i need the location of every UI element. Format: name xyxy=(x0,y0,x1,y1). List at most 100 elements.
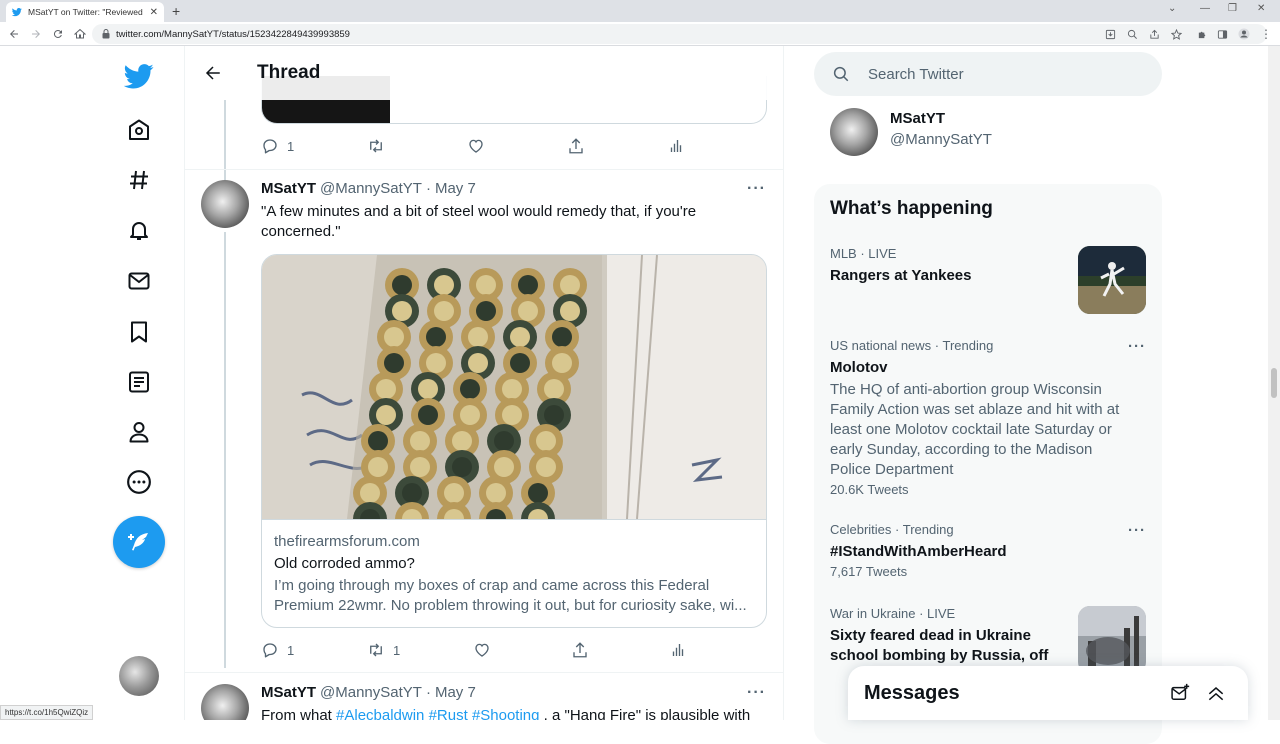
trend-more-icon[interactable]: ··· xyxy=(1128,522,1146,539)
like-button[interactable] xyxy=(473,641,571,659)
author-handle[interactable]: @MannySatYT xyxy=(320,684,422,701)
tweet-text: From what #Alecbaldwin #Rust #Shooting ,… xyxy=(261,706,767,720)
bookmarks-icon[interactable] xyxy=(123,316,155,348)
profile-icon[interactable] xyxy=(123,416,155,448)
trend-thumbnail xyxy=(1078,246,1146,314)
scrollbar[interactable] xyxy=(1268,46,1280,720)
trend-item[interactable]: US national news · Trending ··· Molotov … xyxy=(814,338,1162,508)
tab-close-icon[interactable]: ✕ xyxy=(150,7,158,18)
reply-button[interactable]: 1 xyxy=(261,641,367,659)
tweet-header: MSatYT @MannySatYT · May 7 xyxy=(261,684,476,701)
retweet-button[interactable]: 1 xyxy=(367,641,473,659)
twitter-logo-icon[interactable] xyxy=(123,60,155,92)
hashtag-link[interactable]: #Alecbaldwin xyxy=(336,707,424,720)
profile-summary[interactable]: MSatYT @MannySatYT xyxy=(814,102,1162,168)
back-icon[interactable] xyxy=(6,26,22,42)
browser-profile-icon[interactable] xyxy=(1236,26,1252,42)
thread-connector xyxy=(224,100,226,180)
tweet-date[interactable]: May 7 xyxy=(435,180,476,197)
new-tab-button[interactable]: + xyxy=(172,3,180,19)
retweet-count: 1 xyxy=(393,642,401,658)
forward-icon[interactable] xyxy=(28,26,44,42)
trend-description: The HQ of anti-abortion group Wisconsin … xyxy=(830,381,1120,478)
trend-more-icon[interactable]: ··· xyxy=(1128,338,1146,355)
link-card-body: thefirearmsforum.com Old corroded ammo? … xyxy=(262,519,766,627)
share-icon[interactable] xyxy=(1146,26,1162,42)
expand-chevrons-icon[interactable] xyxy=(1198,675,1234,711)
analytics-button[interactable] xyxy=(667,137,685,155)
explore-hashtag-icon[interactable] xyxy=(123,164,155,196)
side-panel-icon[interactable] xyxy=(1214,26,1230,42)
analytics-bars-icon xyxy=(670,140,682,152)
retweet-button[interactable] xyxy=(367,137,467,155)
search-icon xyxy=(833,66,849,82)
messages-envelope-icon[interactable] xyxy=(123,265,155,297)
trend-item[interactable]: MLB · LIVE Rangers at Yankees xyxy=(814,246,1162,326)
trend-count: 20.6K Tweets xyxy=(830,482,909,497)
home-browser-icon[interactable] xyxy=(72,26,88,42)
profile-avatar[interactable] xyxy=(830,108,878,156)
back-arrow-icon[interactable] xyxy=(201,61,225,85)
extensions-puzzle-icon[interactable] xyxy=(1194,26,1210,42)
trend-thumbnail xyxy=(1078,606,1146,674)
author-name[interactable]: MSatYT xyxy=(261,684,316,701)
link-card-title: Old corroded ammo? xyxy=(274,555,415,572)
share-tweet-button[interactable] xyxy=(571,641,669,659)
browser-menu-icon[interactable]: ⋮ xyxy=(1258,26,1274,42)
home-icon[interactable] xyxy=(123,114,155,146)
messages-title: Messages xyxy=(864,681,960,704)
url-text: twitter.com/MannySatYT/status/1523422849… xyxy=(116,28,350,40)
author-name[interactable]: MSatYT xyxy=(261,180,316,197)
like-button[interactable] xyxy=(467,137,567,155)
notifications-bell-icon[interactable] xyxy=(123,214,155,246)
left-navigation xyxy=(100,46,180,720)
scrollbar-thumb[interactable] xyxy=(1271,368,1277,398)
profile-name[interactable]: MSatYT xyxy=(890,110,945,127)
reply-icon xyxy=(263,139,277,154)
link-card[interactable]: thefirearmsforum.com Old corroded ammo? … xyxy=(261,254,767,628)
hashtag-link[interactable]: #Shooting xyxy=(472,707,540,720)
browser-tab-bar: MSatYT on Twitter: "Reviewed l... ✕ + ⌄ … xyxy=(0,0,1280,22)
trend-meta: MLB · LIVE xyxy=(830,246,897,261)
tweet-date[interactable]: May 7 xyxy=(435,684,476,701)
tab-search-icon[interactable]: ⌄ xyxy=(1168,3,1176,14)
tweet-author-avatar[interactable] xyxy=(201,180,249,228)
new-message-icon[interactable] xyxy=(1162,675,1198,711)
lock-icon xyxy=(102,29,110,39)
messages-drawer[interactable]: Messages xyxy=(848,666,1248,720)
trend-name: Sixty feared dead in Ukraine school bomb… xyxy=(830,627,1049,664)
url-field[interactable]: twitter.com/MannySatYT/status/1523422849… xyxy=(92,24,1267,44)
install-app-icon[interactable] xyxy=(1102,26,1118,42)
trend-name: Molotov xyxy=(830,359,888,376)
account-avatar[interactable] xyxy=(119,656,159,696)
trend-item[interactable]: Celebrities · Trending ··· #IStandWithAm… xyxy=(814,522,1162,592)
restore-icon[interactable]: ❐ xyxy=(1228,3,1237,14)
minimize-icon[interactable]: — xyxy=(1200,3,1210,14)
tweet-more-icon[interactable]: ··· xyxy=(747,684,766,702)
reload-icon[interactable] xyxy=(50,26,66,42)
bookmark-star-icon[interactable] xyxy=(1168,26,1184,42)
twitter-favicon-icon xyxy=(12,8,22,17)
tweet-button[interactable] xyxy=(113,516,165,568)
thread-connector xyxy=(224,232,226,668)
search-placeholder: Search Twitter xyxy=(868,65,964,83)
reply-button[interactable]: 1 xyxy=(261,137,367,155)
lists-icon[interactable] xyxy=(123,366,155,398)
divider xyxy=(185,169,783,170)
profile-handle[interactable]: @MannySatYT xyxy=(890,131,992,148)
more-icon[interactable] xyxy=(123,466,155,498)
tweet-author-avatar[interactable] xyxy=(201,684,249,720)
share-tweet-button[interactable] xyxy=(567,137,667,155)
divider xyxy=(185,672,783,673)
author-handle[interactable]: @MannySatYT xyxy=(320,180,422,197)
browser-tab[interactable]: MSatYT on Twitter: "Reviewed l... ✕ xyxy=(6,2,164,22)
zoom-icon[interactable] xyxy=(1124,26,1140,42)
page-title: Thread xyxy=(257,62,321,83)
tweet-more-icon[interactable]: ··· xyxy=(747,180,766,198)
tweet-header: MSatYT @MannySatYT · May 7 xyxy=(261,180,476,197)
hashtag-link[interactable]: #Rust xyxy=(429,707,468,720)
search-input[interactable]: Search Twitter xyxy=(814,52,1162,96)
separator-dot: · xyxy=(425,684,431,701)
close-window-icon[interactable]: ✕ xyxy=(1257,3,1265,14)
analytics-button[interactable] xyxy=(669,641,687,659)
